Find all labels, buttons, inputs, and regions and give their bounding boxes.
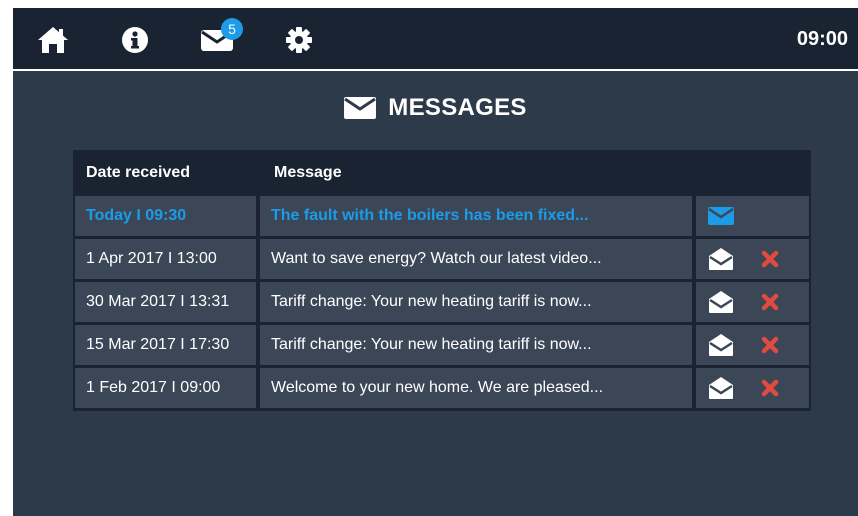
open-message-button[interactable] — [708, 376, 734, 400]
delete-button[interactable] — [757, 376, 783, 400]
unread-count-badge: 5 — [221, 18, 243, 40]
date-cell: Today I 09:30 — [75, 196, 256, 236]
message-cell[interactable]: Welcome to your new home. We are pleased… — [260, 368, 692, 408]
date-cell: 15 Mar 2017 I 17:30 — [75, 325, 256, 365]
gear-icon — [286, 27, 312, 53]
column-header-message: Message — [274, 164, 342, 181]
home-icon — [38, 27, 68, 53]
message-cell[interactable]: Tariff change: Your new heating tariff i… — [260, 325, 692, 365]
row-actions — [696, 368, 809, 408]
message-cell[interactable]: Tariff change: Your new heating tariff i… — [260, 282, 692, 322]
row-actions — [696, 325, 809, 365]
delete-icon — [761, 336, 779, 354]
delete-icon — [761, 293, 779, 311]
column-header-date: Date received — [86, 164, 191, 181]
envelope-closed-icon — [708, 207, 734, 225]
envelope-open-icon — [709, 334, 733, 356]
info-icon — [122, 27, 148, 53]
row-actions — [696, 239, 809, 279]
messages-button[interactable]: 5 — [199, 18, 243, 58]
page-header: MESSAGES — [13, 92, 858, 124]
date-cell: 1 Apr 2017 I 13:00 — [75, 239, 256, 279]
delete-icon — [761, 379, 779, 397]
topbar-divider — [13, 69, 858, 71]
top-bar: 5 09:00 — [13, 8, 858, 69]
delete-button[interactable] — [757, 333, 783, 357]
open-message-button[interactable] — [708, 333, 734, 357]
row-actions — [696, 282, 809, 322]
delete-button[interactable] — [757, 290, 783, 314]
open-message-button[interactable] — [708, 290, 734, 314]
delete-button[interactable] — [757, 247, 783, 271]
clock: 09:00 — [796, 28, 848, 50]
delete-icon — [761, 250, 779, 268]
home-button[interactable] — [35, 22, 71, 58]
envelope-open-icon — [709, 377, 733, 399]
settings-button[interactable] — [281, 22, 317, 58]
info-button[interactable] — [117, 22, 153, 58]
screen: 5 09:00 MESSAGES Date received Message T… — [13, 8, 858, 516]
row-actions — [696, 196, 809, 236]
date-cell: 30 Mar 2017 I 13:31 — [75, 282, 256, 322]
envelope-open-icon — [709, 248, 733, 270]
mark-read-button[interactable] — [708, 204, 734, 228]
message-cell[interactable]: Want to save energy? Watch our latest vi… — [260, 239, 692, 279]
message-cell[interactable]: The fault with the boilers has been fixe… — [260, 196, 692, 236]
date-cell: 1 Feb 2017 I 09:00 — [75, 368, 256, 408]
open-message-button[interactable] — [708, 247, 734, 271]
messages-table: Date received Message Today I 09:30 The … — [73, 150, 811, 411]
envelope-icon — [344, 97, 377, 119]
envelope-open-icon — [709, 291, 733, 313]
page-title: MESSAGES — [388, 94, 527, 121]
